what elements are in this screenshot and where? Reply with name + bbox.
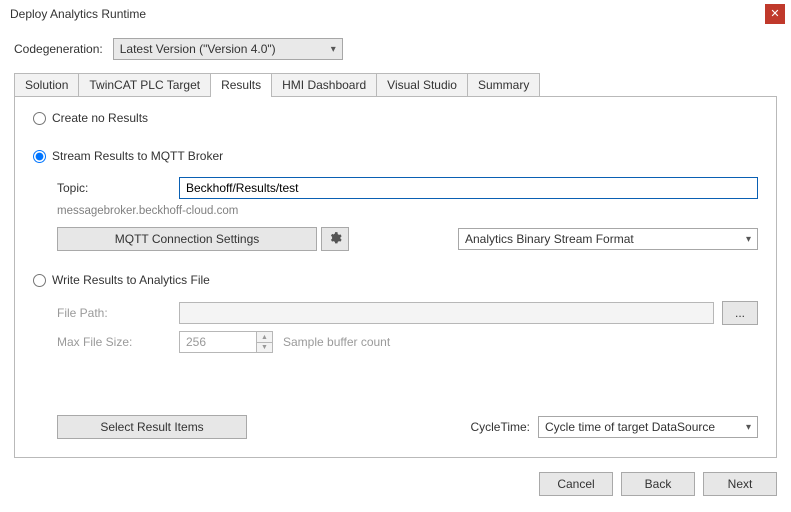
codegen-label: Codegeneration:: [14, 42, 103, 56]
radio-write-file[interactable]: [33, 274, 46, 287]
title-bar: Deploy Analytics Runtime ✕: [0, 0, 791, 28]
mqtt-settings-gear-button[interactable]: [321, 227, 349, 251]
codegen-value: Latest Version ("Version 4.0"): [120, 42, 276, 56]
radio-create-none[interactable]: [33, 112, 46, 125]
radio-write-file-label: Write Results to Analytics File: [52, 273, 210, 287]
tab-solution[interactable]: Solution: [14, 73, 79, 97]
codegen-combo[interactable]: Latest Version ("Version 4.0") ▾: [113, 38, 343, 60]
stream-format-combo[interactable]: Analytics Binary Stream Format ▾: [458, 228, 758, 250]
max-file-size-row: Max File Size: 256 ▲ ▼ Sample buffer cou…: [57, 331, 758, 353]
spinner-down-icon[interactable]: ▼: [256, 342, 272, 352]
tab-summary[interactable]: Summary: [467, 73, 540, 97]
mqtt-settings-button[interactable]: MQTT Connection Settings: [57, 227, 317, 251]
browse-file-button[interactable]: ...: [722, 301, 758, 325]
option-stream-row[interactable]: Stream Results to MQTT Broker: [33, 149, 758, 163]
topic-row: Topic:: [57, 177, 758, 199]
chevron-down-icon: ▾: [746, 234, 751, 245]
option-file-row[interactable]: Write Results to Analytics File: [33, 273, 758, 287]
chevron-down-icon: ▾: [746, 422, 751, 433]
option-none-row[interactable]: Create no Results: [33, 111, 758, 125]
cycletime-value: Cycle time of target DataSource: [545, 420, 715, 434]
radio-create-none-label: Create no Results: [52, 111, 148, 125]
broker-host-text: messagebroker.beckhoff-cloud.com: [57, 205, 758, 217]
results-panel: Create no Results Stream Results to MQTT…: [14, 96, 777, 458]
file-path-row: File Path: ...: [57, 301, 758, 325]
max-file-size-spinner[interactable]: 256 ▲ ▼: [179, 331, 273, 353]
file-path-input: [179, 302, 714, 324]
close-button[interactable]: ✕: [765, 4, 785, 24]
cycletime-label: CycleTime:: [470, 420, 530, 434]
file-path-label: File Path:: [57, 306, 179, 320]
gear-icon: [328, 231, 342, 248]
chevron-down-icon: ▾: [331, 44, 336, 55]
topic-input[interactable]: [179, 177, 758, 199]
select-result-items-button[interactable]: Select Result Items: [57, 415, 247, 439]
radio-stream-mqtt-label: Stream Results to MQTT Broker: [52, 149, 223, 163]
tab-visual-studio[interactable]: Visual Studio: [376, 73, 468, 97]
max-file-size-value: 256: [186, 335, 206, 349]
tab-plc-target[interactable]: TwinCAT PLC Target: [78, 73, 211, 97]
tab-strip: Solution TwinCAT PLC Target Results HMI …: [0, 64, 791, 96]
back-button[interactable]: Back: [621, 472, 695, 496]
next-button[interactable]: Next: [703, 472, 777, 496]
footer: Cancel Back Next: [0, 466, 791, 512]
tab-results[interactable]: Results: [210, 73, 272, 97]
topic-label: Topic:: [57, 181, 179, 195]
codegen-row: Codegeneration: Latest Version ("Version…: [0, 28, 791, 64]
max-file-size-hint: Sample buffer count: [283, 335, 390, 349]
spinner-up-icon[interactable]: ▲: [256, 332, 272, 342]
tab-hmi-dashboard[interactable]: HMI Dashboard: [271, 73, 377, 97]
cycletime-combo[interactable]: Cycle time of target DataSource ▾: [538, 416, 758, 438]
cancel-button[interactable]: Cancel: [539, 472, 613, 496]
window-title: Deploy Analytics Runtime: [10, 7, 146, 21]
stream-format-value: Analytics Binary Stream Format: [465, 232, 634, 246]
max-file-size-label: Max File Size:: [57, 335, 179, 349]
close-icon: ✕: [770, 9, 779, 20]
radio-stream-mqtt[interactable]: [33, 150, 46, 163]
